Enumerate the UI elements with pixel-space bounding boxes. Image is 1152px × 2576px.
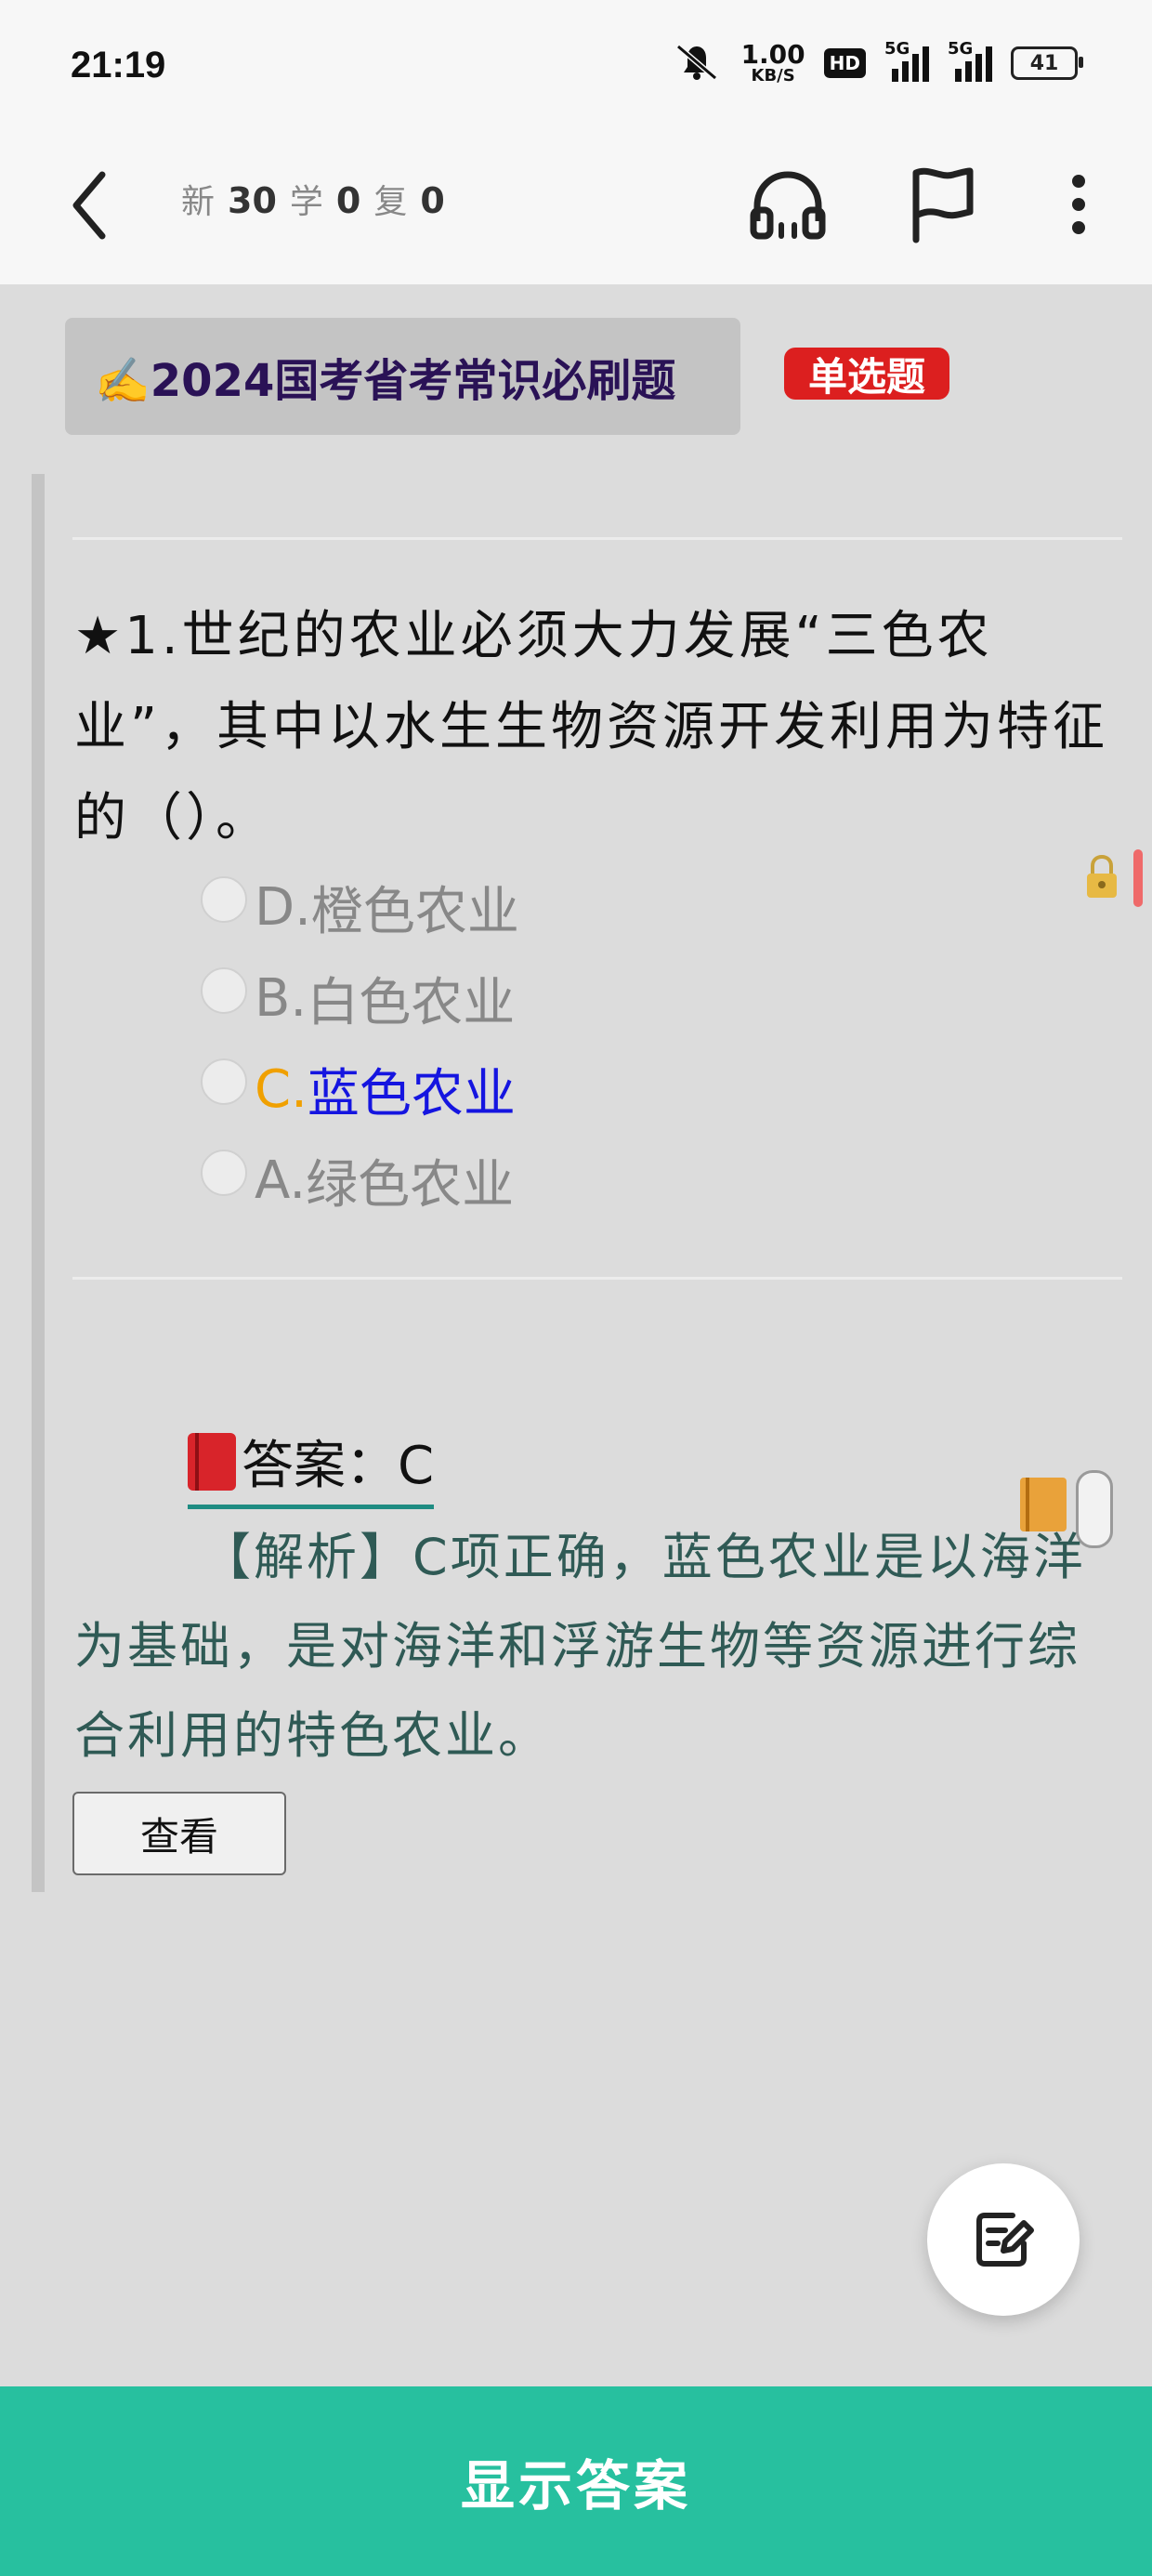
note-edit-button[interactable] xyxy=(927,2163,1080,2316)
radio-button[interactable] xyxy=(201,876,247,923)
radio-button[interactable] xyxy=(201,967,247,1014)
side-marker xyxy=(1133,849,1143,907)
net-speed: 1.00 KB/S xyxy=(740,39,805,85)
flag-icon xyxy=(912,167,974,243)
radio-button[interactable] xyxy=(201,1150,247,1196)
divider xyxy=(72,1277,1122,1280)
question-text: ★1.世纪的农业必须大力发展“三色农业”，其中以水生生物资源开发利用为特征的（）… xyxy=(74,606,1109,848)
radio-button[interactable] xyxy=(201,1058,247,1105)
flag-button[interactable] xyxy=(897,158,987,251)
option-c[interactable]: C. 蓝色农业 xyxy=(201,1045,516,1134)
back-arrow-icon xyxy=(72,171,106,240)
option-a[interactable]: A. 绿色农业 xyxy=(201,1136,514,1225)
battery-icon: 41 xyxy=(1011,46,1083,80)
question-type-badge: 单选题 xyxy=(784,348,950,400)
status-icons: 1.00 KB/S HD 5G 5G 41 xyxy=(671,39,1083,85)
option-d[interactable]: D. 橙色农业 xyxy=(201,862,519,952)
signal-5g-icon: 5G xyxy=(948,39,992,82)
analysis-text: 【解析】C项正确，蓝色农业是以海洋为基础，是对海洋和浮游生物等资源进行综合利用的… xyxy=(74,1528,1086,1765)
more-vertical-icon xyxy=(1072,175,1085,234)
show-answer-button[interactable]: 显示答案 xyxy=(0,2386,1152,2576)
learn-count: 0 xyxy=(335,180,361,221)
lock-icon[interactable] xyxy=(1085,854,1119,900)
card-left-border xyxy=(32,474,45,1892)
option-b[interactable]: B. 白色农业 xyxy=(201,953,515,1043)
signal-5g-icon: 5G xyxy=(884,39,929,82)
red-book-icon xyxy=(188,1432,236,1491)
top-nav: 新 30 学0 复0 xyxy=(0,139,1152,284)
review-count: 0 xyxy=(420,180,445,221)
mute-bell-icon xyxy=(671,41,723,85)
study-counts: 新 30 学0 复0 xyxy=(181,180,445,221)
view-button[interactable]: 查看 xyxy=(72,1792,286,1875)
headphones-icon xyxy=(750,171,826,240)
new-count: 30 xyxy=(228,180,277,221)
answer-label: 答案：C xyxy=(188,1424,435,1509)
status-time: 21:19 xyxy=(71,45,166,85)
edit-note-icon xyxy=(976,2213,1034,2267)
deck-title: ✍️2024国考省考常识必刷题 xyxy=(65,318,740,435)
back-button[interactable] xyxy=(65,164,121,247)
hd-icon: HD xyxy=(823,48,866,78)
audio-button[interactable] xyxy=(743,158,832,251)
divider xyxy=(72,537,1122,540)
more-button[interactable] xyxy=(1037,158,1120,251)
status-bar: 21:19 1.00 KB/S HD 5G 5G 41 xyxy=(0,0,1152,139)
